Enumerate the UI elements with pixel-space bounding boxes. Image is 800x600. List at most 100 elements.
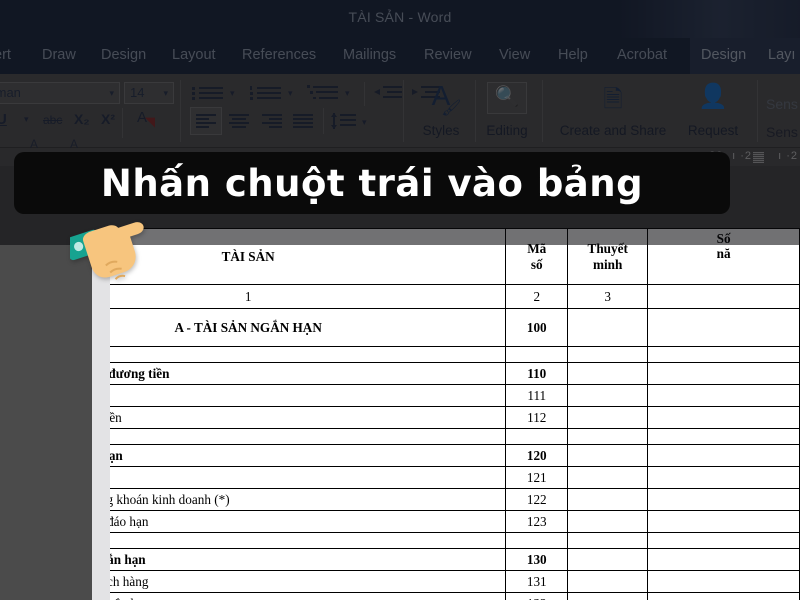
cell-code[interactable]: 121	[505, 466, 569, 489]
request-signature-button[interactable]: 👤 Request	[676, 83, 750, 138]
cell-note[interactable]	[567, 444, 649, 467]
line-spacing-icon[interactable]	[331, 113, 357, 129]
ribbon-tab-strip[interactable]: ert Draw Design Layout References Mailin…	[0, 38, 800, 74]
cell-note[interactable]	[567, 548, 649, 571]
table-row[interactable]: và các khoản tương đương tiền110	[110, 362, 800, 385]
cell-year[interactable]	[647, 488, 800, 511]
cell-note[interactable]	[567, 362, 649, 385]
cell-note[interactable]	[567, 570, 649, 593]
cell-code[interactable]: 100	[505, 308, 569, 347]
cell-item-name[interactable]: và các khoản tương đương tiền	[110, 362, 507, 385]
cell-year[interactable]	[647, 510, 800, 533]
cell-year[interactable]	[647, 362, 800, 385]
chevron-down-icon[interactable]: ▾	[163, 83, 168, 103]
cell-code[interactable]: 110	[505, 362, 569, 385]
tab-mailings[interactable]: Mailings	[343, 47, 396, 63]
tab-insert[interactable]: ert	[0, 47, 11, 63]
tab-references[interactable]: References	[242, 47, 316, 63]
cell-item-name[interactable]: A - TÀI SẢN NGẮN HẠN	[110, 308, 507, 347]
chevron-down-icon[interactable]: ▾	[345, 89, 350, 98]
chevron-down-icon[interactable]: ▾	[362, 118, 367, 127]
cell-note[interactable]	[567, 428, 649, 445]
styles-button[interactable]: A 🖌 Styles	[412, 80, 470, 138]
cell-code[interactable]: 132	[505, 592, 569, 600]
table-row[interactable]	[110, 532, 800, 549]
font-name-combo[interactable]: w Roman ▾	[0, 82, 120, 104]
cell-code[interactable]: 123	[505, 510, 569, 533]
tab-design[interactable]: Design	[101, 47, 146, 63]
cell-item-name[interactable]: rước cho người bán ngắn hạn	[110, 592, 507, 600]
table-row[interactable]: thu ngắn hạn của khách hàng131	[110, 570, 800, 593]
table-row[interactable]	[110, 428, 800, 445]
cell-note[interactable]	[567, 592, 649, 600]
cell-item-name[interactable]: ng khoán kinh doanh	[110, 466, 507, 489]
cell-note[interactable]	[567, 406, 649, 429]
tab-stop-marker[interactable]	[753, 152, 764, 163]
cell-year[interactable]	[647, 592, 800, 600]
chevron-down-icon[interactable]: ▾	[24, 115, 29, 124]
cell-year[interactable]	[647, 406, 800, 429]
cell-year[interactable]	[647, 308, 800, 347]
tab-review[interactable]: Review	[424, 47, 472, 63]
balance-sheet-table[interactable]: TÀI SẢN Mã số Thuyết minh Số nă 1 2 3 A - TÀI SẢN …	[110, 228, 800, 600]
table-row[interactable]: ı tư tài chính ngắn hạn120	[110, 444, 800, 467]
editing-button[interactable]: 🔍 Editing	[483, 84, 531, 138]
cell-year[interactable]	[647, 444, 800, 467]
table-row[interactable]	[110, 346, 800, 363]
cell-code[interactable]: 112	[505, 406, 569, 429]
table-row[interactable]: khoản tương đương tiền112	[110, 406, 800, 429]
table-row[interactable]: A - TÀI SẢN NGẮN HẠN 100	[110, 308, 800, 347]
cell-item-name[interactable]	[110, 346, 507, 363]
superscript-button[interactable]: X²	[101, 112, 115, 126]
cell-year[interactable]	[647, 428, 800, 445]
eraser-icon[interactable]: ◥	[145, 115, 155, 128]
tab-view[interactable]: View	[499, 47, 530, 63]
tab-layout[interactable]: Layout	[172, 47, 216, 63]
cell-year[interactable]	[647, 570, 800, 593]
strikethrough-button[interactable]: abc	[43, 114, 62, 126]
cell-code[interactable]: 120	[505, 444, 569, 467]
cell-code[interactable]	[505, 428, 569, 445]
cell-item-name[interactable]: tư nắm giữ đến ngày đáo hạn	[110, 510, 507, 533]
cell-item-name[interactable]	[110, 428, 507, 445]
cell-note[interactable]	[567, 466, 649, 489]
tab-draw[interactable]: Draw	[42, 47, 76, 63]
cell-note[interactable]	[567, 488, 649, 511]
chevron-down-icon[interactable]: ▾	[230, 89, 235, 98]
underline-button[interactable]: U	[0, 112, 7, 127]
cell-year[interactable]	[647, 346, 800, 363]
subscript-button[interactable]: X₂	[74, 112, 90, 126]
table-row[interactable]: ng khoán kinh doanh121	[110, 466, 800, 489]
cell-code[interactable]: 122	[505, 488, 569, 511]
table-row[interactable]: rước cho người bán ngắn hạn132	[110, 592, 800, 600]
cell-item-name[interactable]: thu ngắn hạn của khách hàng	[110, 570, 507, 593]
create-and-share-button[interactable]: 🗎 Create and Share	[550, 84, 676, 138]
table-row[interactable]: phòng giảm giá chứng khoán kinh doanh (*…	[110, 488, 800, 511]
cell-item-name[interactable]: c khoản phải thu ngắn hạn	[110, 548, 507, 571]
cell-item-name[interactable]: ı tư tài chính ngắn hạn	[110, 444, 507, 467]
numbered-list-icon[interactable]	[250, 86, 282, 100]
cell-item-name[interactable]: khoản tương đương tiền	[110, 406, 507, 429]
sensitivity-icon-label[interactable]: Sens	[766, 96, 798, 112]
cell-note[interactable]	[567, 308, 649, 347]
cell-year[interactable]	[647, 548, 800, 571]
cell-code[interactable]: 131	[505, 570, 569, 593]
table-row[interactable]: tư nắm giữ đến ngày đáo hạn123	[110, 510, 800, 533]
chevron-down-icon[interactable]: ▾	[109, 83, 114, 103]
cell-code[interactable]: 111	[505, 384, 569, 407]
cell-note[interactable]	[567, 510, 649, 533]
cell-note[interactable]	[567, 532, 649, 549]
tab-help[interactable]: Help	[558, 47, 588, 63]
document-page[interactable]: TÀI SẢN Mã số Thuyết minh Số nă 1 2 3 A - TÀI SẢN …	[110, 228, 800, 600]
decrease-indent-icon[interactable]	[374, 86, 402, 100]
align-center-icon[interactable]	[229, 114, 249, 128]
chevron-down-icon[interactable]: ▾	[288, 89, 293, 98]
tab-table-layout[interactable]: Layı	[768, 47, 795, 63]
cell-item-name[interactable]: phòng giảm giá chứng khoán kinh doanh (*…	[110, 488, 507, 511]
bullet-list-icon[interactable]	[192, 86, 224, 100]
cell-year[interactable]	[647, 384, 800, 407]
cell-note[interactable]	[567, 346, 649, 363]
multilevel-list-icon[interactable]	[307, 85, 339, 101]
tab-acrobat[interactable]: Acrobat	[617, 47, 667, 63]
cell-code[interactable]	[505, 346, 569, 363]
